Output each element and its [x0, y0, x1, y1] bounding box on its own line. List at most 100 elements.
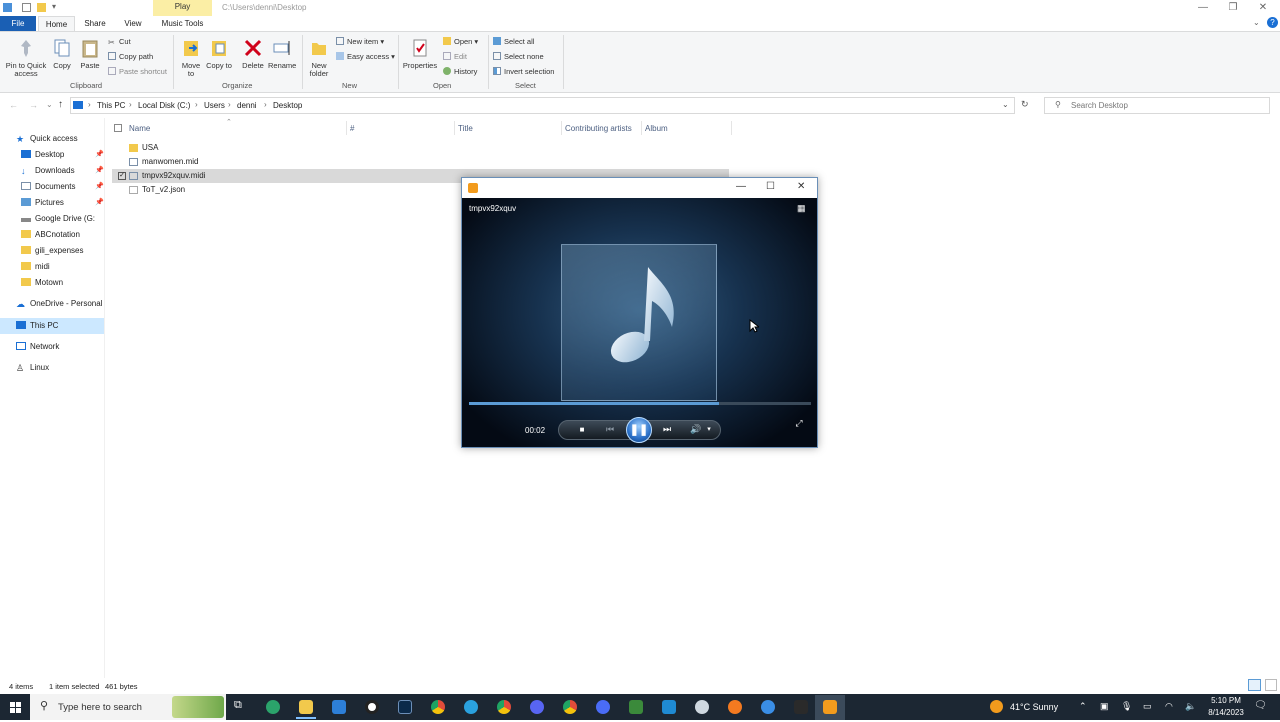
file-row[interactable]: USA [112, 141, 729, 155]
properties-button[interactable]: Properties [402, 38, 438, 70]
column-header-contributing-artists[interactable]: Contributing artists [565, 124, 632, 133]
cut-button[interactable]: ✂ Cut [108, 37, 131, 47]
chrome-icon[interactable] [563, 700, 577, 714]
nav-item-midi[interactable]: midi [21, 259, 50, 275]
wifi-icon[interactable]: ◠ [1165, 701, 1173, 712]
next-button[interactable]: ⏭ [657, 424, 677, 435]
copy-button[interactable]: Copy [50, 38, 74, 70]
play-context-tab[interactable]: Play [153, 0, 212, 16]
tab-home[interactable]: Home [38, 16, 75, 31]
back-arrow-icon[interactable]: ← [9, 100, 18, 110]
details-view-button[interactable] [1248, 679, 1261, 691]
refresh-icon[interactable]: ↻ [1021, 99, 1029, 110]
nav-item-motown[interactable]: Motown [21, 275, 63, 291]
select-none-button[interactable]: Select none [493, 52, 544, 61]
select-all-checkbox[interactable] [114, 124, 122, 132]
copy-path-button[interactable]: Copy path [108, 52, 153, 61]
column-separator[interactable] [731, 121, 732, 135]
start-button[interactable] [0, 694, 30, 720]
column-separator[interactable] [561, 121, 562, 135]
speaker-icon[interactable]: 🔈 [1185, 701, 1196, 712]
previous-button[interactable]: ⏮ [600, 424, 620, 435]
tab-view[interactable]: View [118, 16, 148, 31]
file-explorer-icon[interactable] [299, 700, 313, 714]
microphone-icon[interactable]: 🎙 [1121, 701, 1132, 712]
breadcrumb-desktop[interactable]: Desktop [273, 101, 302, 110]
easy-access-button[interactable]: Easy access ▾ [336, 52, 395, 61]
app-icon[interactable] [761, 700, 775, 714]
pin-icon[interactable]: 📌 [95, 182, 104, 190]
rename-button[interactable]: Rename [268, 38, 296, 70]
nav-item-documents[interactable]: Documents [21, 179, 75, 195]
clock-time[interactable]: 5:10 PM [1208, 696, 1244, 705]
column-header-album[interactable]: Album [645, 124, 668, 133]
pin-quick-access-button[interactable]: Pin to Quick access [4, 38, 48, 78]
task-view-icon[interactable]: ⧉ [234, 699, 242, 712]
nav-network[interactable]: Network [16, 339, 59, 355]
tab-file[interactable]: File [0, 16, 36, 31]
new-folder-button[interactable]: New folder [306, 38, 332, 78]
chrome-icon[interactable] [431, 700, 445, 714]
paste-button[interactable]: Paste [77, 38, 103, 70]
edge-icon[interactable] [266, 700, 280, 714]
column-header-name[interactable]: Name [129, 124, 150, 133]
player-close-button[interactable]: ✕ [797, 181, 805, 192]
store-icon[interactable] [332, 700, 346, 714]
close-button[interactable]: ✕ [1248, 0, 1278, 16]
select-all-button[interactable]: Select all [493, 37, 534, 46]
vscode-icon[interactable] [662, 700, 676, 714]
nav-item-downloads[interactable]: ↓ Downloads [21, 163, 75, 179]
open-button[interactable]: Open ▾ [443, 37, 478, 46]
chrome-icon[interactable] [497, 700, 511, 714]
app-icon[interactable] [629, 700, 643, 714]
show-hidden-icons-icon[interactable]: ⌃ [1079, 701, 1087, 712]
clock-date[interactable]: 8/14/2023 [1204, 708, 1248, 717]
app-icon[interactable] [794, 700, 808, 714]
nav-item-google-drive[interactable]: Google Drive (G: [21, 211, 95, 227]
pin-icon[interactable]: 📌 [95, 198, 104, 206]
nav-item-pictures[interactable]: Pictures [21, 195, 64, 211]
edit-button[interactable]: Edit [443, 52, 467, 61]
delete-button[interactable]: Delete [240, 38, 266, 70]
address-dropdown-icon[interactable]: ⌄ [1002, 100, 1009, 109]
column-header-number[interactable]: # [350, 124, 354, 133]
nav-item-desktop[interactable]: Desktop [21, 147, 64, 163]
invert-selection-button[interactable]: Invert selection [493, 67, 554, 76]
up-arrow-icon[interactable]: ↑ [58, 99, 63, 110]
maximize-button[interactable]: ❐ [1218, 0, 1248, 16]
volume-dropdown-icon[interactable]: ▾ [705, 425, 713, 433]
breadcrumb-denni[interactable]: denni [237, 101, 257, 110]
column-separator[interactable] [641, 121, 642, 135]
recent-locations-icon[interactable]: ⌄ [46, 100, 53, 109]
volume-icon[interactable]: 🔊 [689, 424, 703, 435]
battery-icon[interactable]: ▭ [1143, 701, 1152, 712]
weather-sun-icon[interactable] [990, 700, 1003, 713]
terminal-icon[interactable] [398, 700, 412, 714]
breadcrumb-users[interactable]: Users [204, 101, 225, 110]
pin-icon[interactable]: 📌 [95, 166, 104, 174]
discord-icon[interactable] [530, 700, 544, 714]
tab-music-tools[interactable]: Music Tools [155, 16, 210, 31]
weather-text[interactable]: 41°C Sunny [1010, 702, 1058, 712]
nav-linux[interactable]: ♙ Linux [16, 360, 49, 376]
notification-icon[interactable]: 🗨 [1254, 700, 1267, 711]
telegram-icon[interactable] [464, 700, 478, 714]
large-icons-view-button[interactable] [1265, 679, 1277, 691]
breadcrumb-local-disk[interactable]: Local Disk (C:) [138, 101, 190, 110]
properties-icon[interactable] [22, 3, 31, 12]
player-maximize-button[interactable]: ☐ [766, 181, 775, 192]
pause-button[interactable]: ❚❚ [626, 417, 652, 443]
fullscreen-icon[interactable]: ⤢ [793, 418, 805, 429]
move-to-button[interactable]: Move to [178, 38, 204, 78]
signal-icon[interactable] [596, 700, 610, 714]
nav-item-abcnotation[interactable]: ABCnotation [21, 227, 80, 243]
row-checkbox[interactable]: ✓ [118, 172, 126, 180]
nav-onedrive[interactable]: ☁ OneDrive - Personal [16, 296, 102, 312]
pin-icon[interactable]: 📌 [95, 150, 104, 158]
copy-to-button[interactable]: Copy to [206, 38, 232, 70]
column-header-title[interactable]: Title [458, 124, 473, 133]
new-folder-icon[interactable] [37, 3, 46, 12]
customize-chevron-icon[interactable]: ▾ [52, 2, 56, 11]
app-icon[interactable] [695, 700, 709, 714]
tray-app-icon[interactable]: ▣ [1100, 701, 1109, 712]
